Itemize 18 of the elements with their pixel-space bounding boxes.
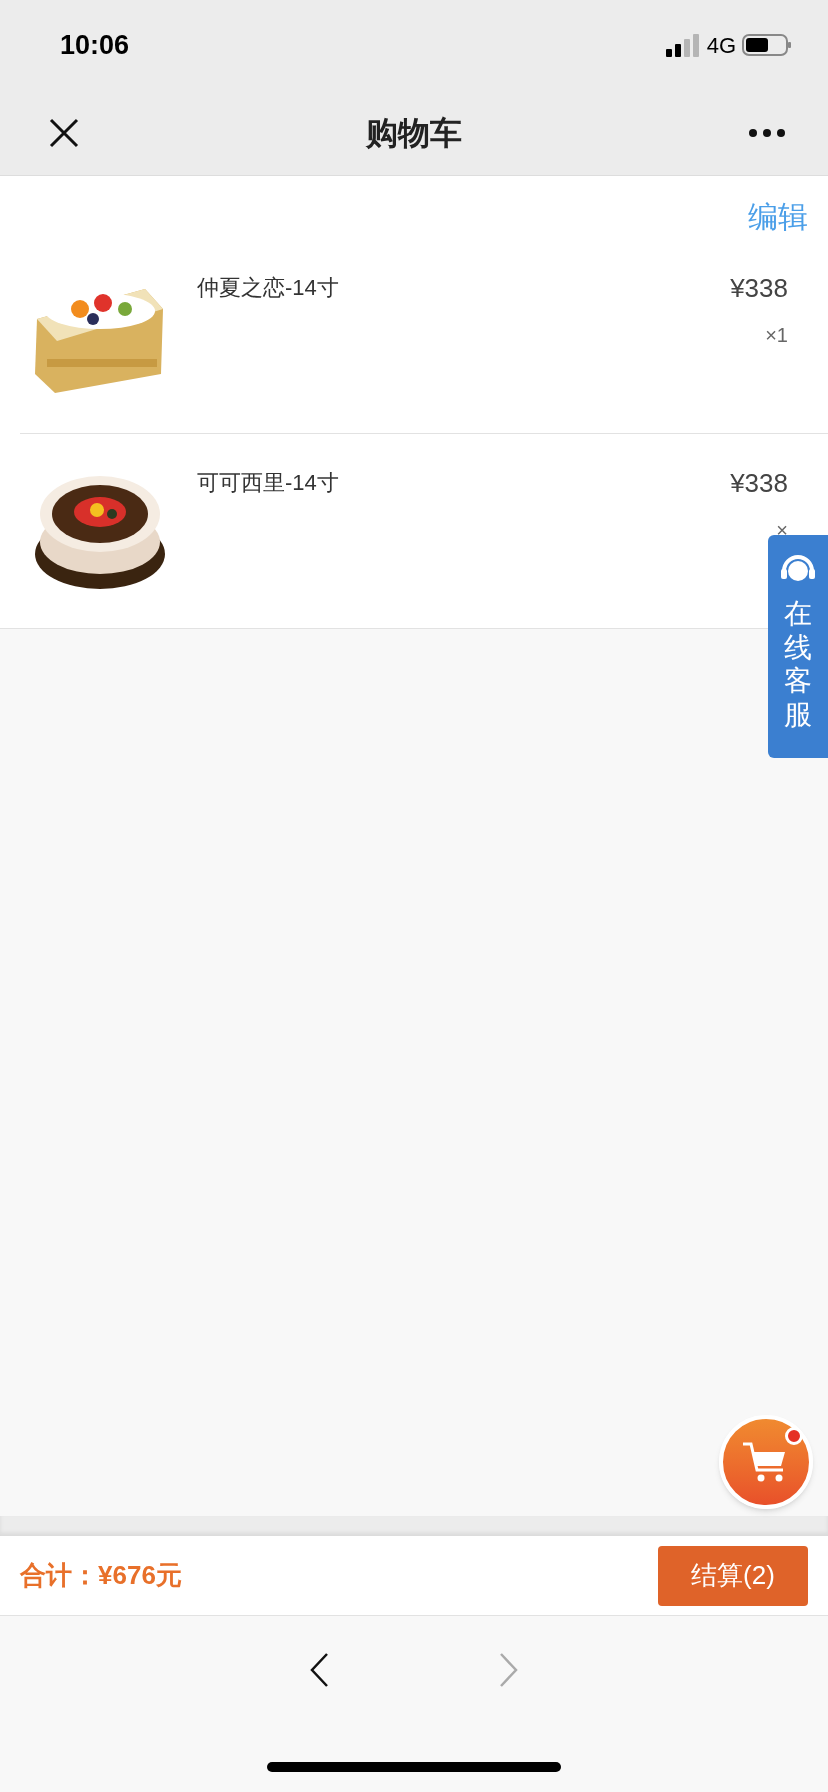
product-quantity: ×1 bbox=[765, 323, 788, 348]
back-icon[interactable] bbox=[309, 1652, 329, 1688]
status-time: 10:06 bbox=[60, 28, 130, 62]
checkout-button[interactable]: 结算(2) bbox=[658, 1545, 808, 1606]
product-name[interactable]: 仲夏之恋-14寸 bbox=[197, 271, 339, 304]
product-name[interactable]: 可可西里-14寸 bbox=[197, 466, 339, 499]
total-amount: 合计：¥676元 bbox=[20, 1559, 182, 1592]
online-service-tab[interactable]: 在线客服 bbox=[768, 535, 828, 758]
product-price: ¥338 bbox=[730, 467, 788, 500]
service-label: 在线客服 bbox=[784, 597, 812, 732]
product-price: ¥338 bbox=[730, 272, 788, 305]
more-icon[interactable] bbox=[748, 127, 786, 138]
signal-icon bbox=[664, 33, 701, 57]
edit-button[interactable]: 编辑 bbox=[748, 194, 808, 239]
page-title: 购物车 bbox=[366, 113, 462, 153]
network-label: 4G bbox=[706, 31, 736, 60]
close-icon[interactable] bbox=[48, 116, 80, 149]
battery-icon bbox=[742, 33, 792, 57]
